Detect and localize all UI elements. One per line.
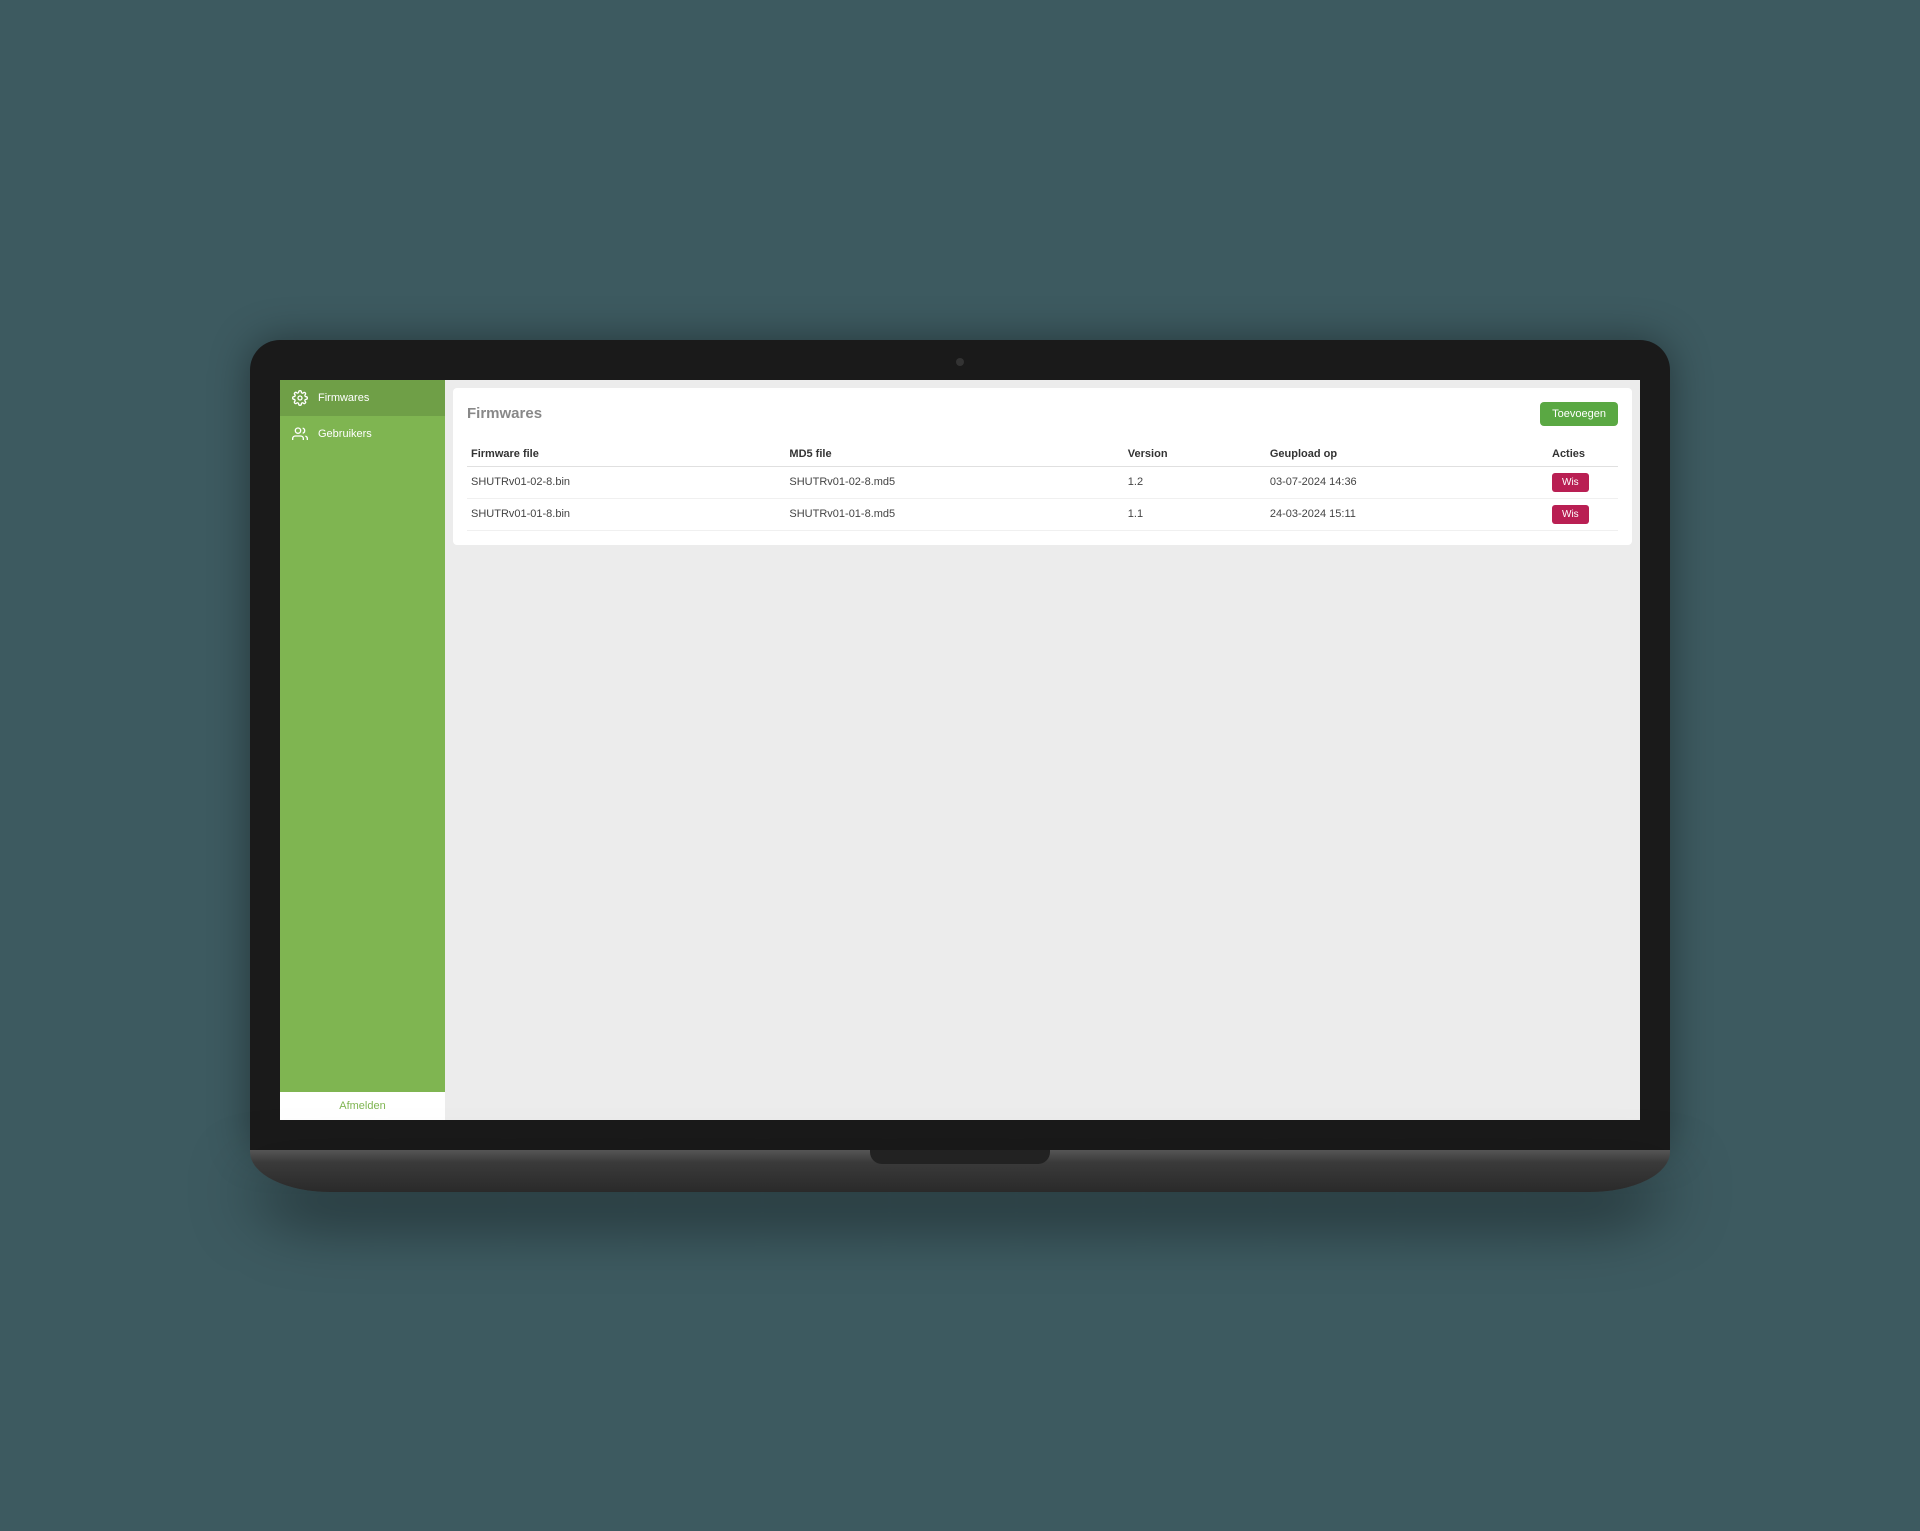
cell-version: 1.2 <box>1124 466 1266 498</box>
page-title: Firmwares <box>467 405 542 422</box>
sidebar: Firmwares Gebruikers <box>280 380 445 1120</box>
users-icon <box>292 426 308 442</box>
table-header-row: Firmware file MD5 file Version Geupload … <box>467 442 1618 467</box>
cell-firmware-file: SHUTRv01-02-8.bin <box>467 466 785 498</box>
delete-button[interactable]: Wis <box>1552 473 1589 492</box>
firmwares-table: Firmware file MD5 file Version Geupload … <box>467 442 1618 531</box>
sidebar-item-label: Firmwares <box>318 392 369 404</box>
laptop-mockup: Firmwares Gebruikers <box>250 340 1670 1192</box>
col-header-md5-file: MD5 file <box>785 442 1123 467</box>
col-header-uploaded-on: Geupload op <box>1266 442 1548 467</box>
laptop-bezel: Firmwares Gebruikers <box>250 340 1670 1150</box>
sidebar-item-firmwares[interactable]: Firmwares <box>280 380 445 416</box>
table-row: SHUTRv01-01-8.bin SHUTRv01-01-8.md5 1.1 … <box>467 498 1618 530</box>
add-button[interactable]: Toevoegen <box>1540 402 1618 426</box>
col-header-version: Version <box>1124 442 1266 467</box>
sidebar-item-gebruikers[interactable]: Gebruikers <box>280 416 445 452</box>
cell-actions: Wis <box>1548 498 1618 530</box>
sidebar-item-label: Gebruikers <box>318 428 372 440</box>
sidebar-items: Firmwares Gebruikers <box>280 380 445 1092</box>
col-header-firmware-file: Firmware file <box>467 442 785 467</box>
gear-icon <box>292 390 308 406</box>
table-row: SHUTRv01-02-8.bin SHUTRv01-02-8.md5 1.2 … <box>467 466 1618 498</box>
cell-version: 1.1 <box>1124 498 1266 530</box>
cell-firmware-file: SHUTRv01-01-8.bin <box>467 498 785 530</box>
col-header-actions: Acties <box>1548 442 1618 467</box>
app-screen: Firmwares Gebruikers <box>280 380 1640 1120</box>
logout-label: Afmelden <box>339 1100 385 1112</box>
cell-md5-file: SHUTRv01-02-8.md5 <box>785 466 1123 498</box>
cell-uploaded-on: 03-07-2024 14:36 <box>1266 466 1548 498</box>
laptop-camera <box>956 358 964 366</box>
laptop-base <box>250 1150 1670 1192</box>
firmwares-panel: Firmwares Toevoegen Firmware file MD5 fi… <box>453 388 1632 545</box>
panel-header: Firmwares Toevoegen <box>467 402 1618 426</box>
cell-md5-file: SHUTRv01-01-8.md5 <box>785 498 1123 530</box>
main-content: Firmwares Toevoegen Firmware file MD5 fi… <box>445 380 1640 1120</box>
cell-uploaded-on: 24-03-2024 15:11 <box>1266 498 1548 530</box>
cell-actions: Wis <box>1548 466 1618 498</box>
delete-button[interactable]: Wis <box>1552 505 1589 524</box>
logout-button[interactable]: Afmelden <box>280 1092 445 1120</box>
